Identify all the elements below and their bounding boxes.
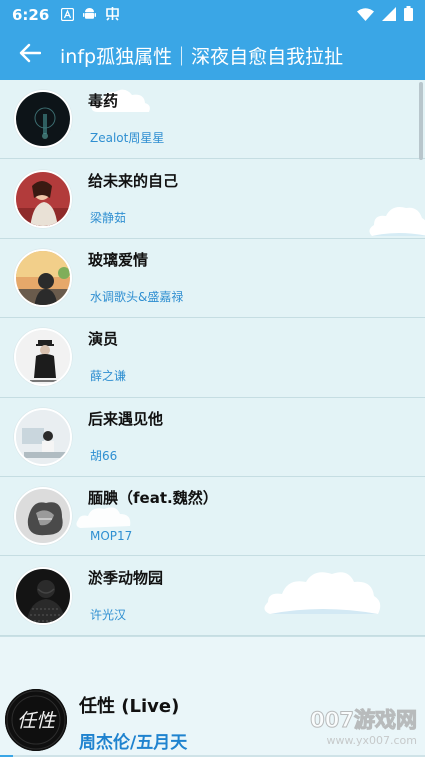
song-list[interactable]: 毒药 Zealot周星星 给未来的自己 梁静茹 玻璃爱情 水调歌头&盛嘉禄 演员… — [0, 80, 425, 636]
album-cover — [14, 487, 72, 546]
now-playing-artist: 周杰伦/五月天 — [79, 733, 188, 753]
song-artist: MOP17 — [90, 529, 133, 544]
song-title: 演员 — [88, 330, 119, 349]
list-item[interactable]: 毒药 Zealot周星星 — [0, 80, 425, 160]
list-item[interactable]: 腼腆（feat.魏然） MOP17 — [0, 477, 425, 557]
list-item[interactable]: 演员 薛之谦 — [0, 318, 425, 398]
android-icon — [82, 6, 97, 25]
song-artist: Zealot周星星 — [90, 131, 165, 146]
song-title: 毒药 — [88, 92, 119, 111]
cover-text: 任性 — [17, 710, 57, 732]
song-artist: 薛之谦 — [90, 369, 127, 384]
notification-app-icon — [105, 6, 120, 25]
song-title: 玻璃爱情 — [88, 250, 149, 269]
song-artist: 水调歌头&盛嘉禄 — [90, 289, 184, 304]
watermark-url: www.yx007.com — [326, 734, 417, 747]
list-item[interactable]: 玻璃爱情 水调歌头&盛嘉禄 — [0, 239, 425, 319]
album-cover — [14, 328, 72, 387]
arrow-left-icon — [19, 43, 42, 67]
album-cover — [14, 566, 72, 625]
status-time: 6:26 — [12, 6, 50, 24]
watermark-text: 007游戏网 — [310, 708, 418, 733]
album-cover — [14, 169, 72, 228]
song-title: 淤季动物园 — [88, 568, 164, 587]
back-button[interactable] — [0, 30, 60, 80]
song-title: 腼腆（feat.魏然） — [88, 489, 218, 508]
album-cover — [14, 407, 72, 466]
app-bar: infp孤独属性｜深夜自愈自我拉扯 — [0, 30, 425, 80]
list-item[interactable]: 给未来的自己 梁静茹 — [0, 159, 425, 239]
now-playing-cover[interactable]: 任性 — [5, 689, 67, 751]
signal-icon — [382, 6, 396, 25]
wifi-icon — [357, 6, 374, 25]
watermark: 007游戏网 www.yx007.com — [310, 704, 418, 748]
list-item[interactable]: 淤季动物园 许光汉 — [0, 556, 425, 636]
list-item[interactable]: 后来遇见他 胡66 — [0, 398, 425, 477]
album-cover — [14, 248, 72, 307]
song-artist: 胡66 — [90, 448, 118, 463]
album-cover — [14, 90, 72, 149]
song-title: 给未来的自己 — [88, 171, 179, 190]
page-title: infp孤独属性｜深夜自愈自我拉扯 — [60, 45, 344, 68]
song-artist: 梁静茹 — [90, 210, 127, 225]
battery-icon — [404, 5, 413, 25]
list-scrollbar[interactable] — [419, 82, 423, 160]
now-playing-title: 任性 (Live) — [79, 696, 180, 717]
status-bar: 6:26 — [0, 0, 425, 30]
a-box-icon — [61, 6, 75, 25]
song-artist: 许光汉 — [90, 607, 127, 622]
song-title: 后来遇见他 — [88, 409, 164, 428]
